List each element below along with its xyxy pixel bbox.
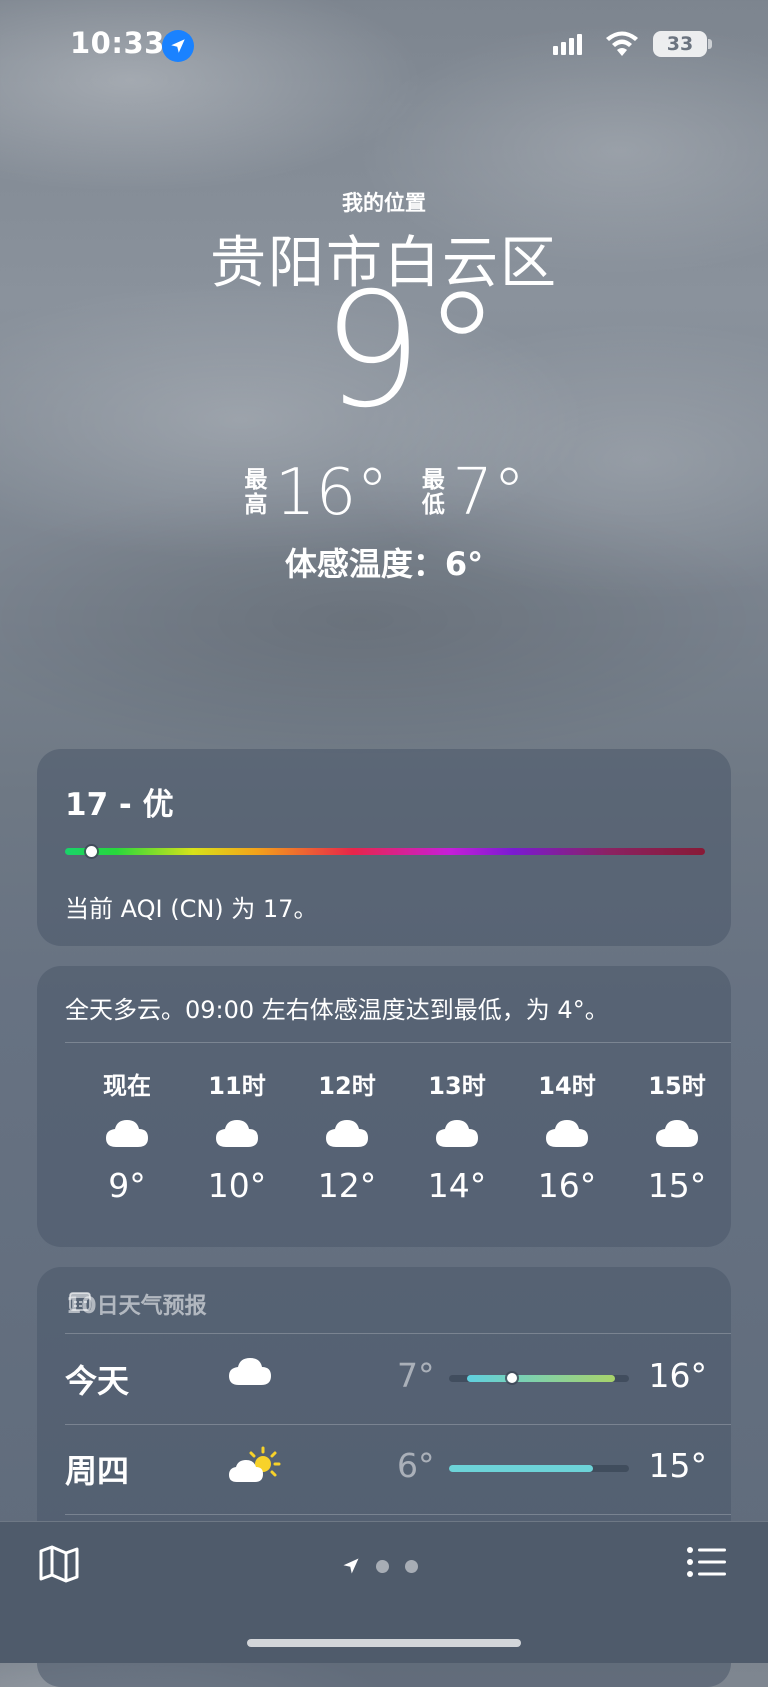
- hour-item: 12时 12°: [297, 1066, 397, 1205]
- aqi-scale-bar: [65, 848, 705, 855]
- map-button[interactable]: [38, 1544, 80, 1588]
- hour-item: 13时 14°: [407, 1066, 507, 1205]
- city-list-button[interactable]: [686, 1546, 728, 1582]
- high-temperature: 15°: [648, 1446, 708, 1485]
- aqi-level-marker: [85, 846, 97, 857]
- page-dot[interactable]: [405, 1559, 418, 1573]
- aqi-description: 当前 AQI (CN) 为 17。: [65, 895, 318, 923]
- hour-temperature: 9°: [108, 1166, 146, 1205]
- hour-label: 15时: [648, 1072, 706, 1100]
- low-temperature: 7°: [397, 1356, 435, 1395]
- cloud-icon: [187, 1100, 287, 1166]
- daily-row[interactable]: 今天 7° 16°: [37, 1334, 731, 1424]
- cloud-icon: [297, 1100, 397, 1166]
- high-temperature: 16°: [648, 1356, 708, 1395]
- hour-item: 现在 9°: [77, 1066, 177, 1205]
- hourly-forecast-card[interactable]: 全天多云。09:00 左右体感温度达到最低，为 4°。 现在 9° 11时 10° 12…: [37, 966, 731, 1247]
- hour-temperature: 16°: [537, 1166, 597, 1205]
- air-quality-card[interactable]: 17 - 优 当前 AQI (CN) 为 17。: [37, 749, 731, 946]
- current-location-icon: [343, 1558, 359, 1574]
- high-label: 最高: [244, 467, 268, 518]
- current-temperature-marker: [507, 1373, 517, 1383]
- ten-day-title: 10日天气预报: [66, 1294, 207, 1319]
- divider: [65, 1514, 731, 1515]
- hour-label: 12时: [318, 1072, 376, 1100]
- aqi-title: 17 - 优: [65, 787, 174, 823]
- page-indicator[interactable]: [342, 1557, 418, 1575]
- hour-temperature: 10°: [207, 1166, 267, 1205]
- page-dot[interactable]: [376, 1559, 389, 1573]
- hour-item: 15时 15°: [627, 1066, 727, 1205]
- location-services-icon: [162, 30, 194, 62]
- low-label: 最低: [421, 467, 445, 518]
- hour-item: 14时 16°: [517, 1066, 617, 1205]
- divider: [65, 1042, 731, 1043]
- hour-item: 11时 10°: [187, 1066, 287, 1205]
- temperature-range-bar: [467, 1375, 615, 1382]
- cloud-icon: [227, 1356, 273, 1390]
- hour-label: 11时: [208, 1072, 266, 1100]
- temperature-range-bar: [449, 1465, 593, 1472]
- map-icon: [39, 1545, 79, 1583]
- cloud-icon: [77, 1100, 177, 1166]
- hour-label: 现在: [103, 1072, 151, 1100]
- wifi-icon: [604, 30, 640, 62]
- bottom-toolbar: [0, 1521, 768, 1663]
- hour-label: 13时: [428, 1072, 486, 1100]
- my-location-label: 我的位置: [342, 191, 426, 215]
- hourly-summary: 全天多云。09:00 左右体感温度达到最低，为 4°。: [65, 996, 609, 1024]
- current-temperature: 9°: [322, 259, 502, 443]
- feels-like: 体感温度：6°: [284, 545, 484, 583]
- high-temperature: 16°: [274, 456, 389, 530]
- low-temperature: 6°: [397, 1446, 435, 1485]
- hour-temperature: 15°: [647, 1166, 707, 1205]
- hour-temperature: 12°: [317, 1166, 377, 1205]
- hour-temperature: 14°: [427, 1166, 487, 1205]
- cellular-signal-icon: [553, 34, 582, 55]
- daily-row[interactable]: 周四 6° 15°: [37, 1424, 731, 1514]
- list-icon: [687, 1547, 726, 1577]
- partly-sunny-icon: [227, 1446, 281, 1488]
- cloud-icon: [517, 1100, 617, 1166]
- hour-label: 14时: [538, 1072, 596, 1100]
- day-label: 周四: [65, 1452, 130, 1490]
- high-low-temperatures: 最高 16° 最低 7°: [0, 456, 768, 530]
- status-time: 10:33: [70, 26, 165, 60]
- home-indicator[interactable]: [247, 1639, 521, 1647]
- day-label: 今天: [65, 1362, 130, 1400]
- battery-indicator: 33: [653, 31, 707, 57]
- cloud-icon: [627, 1100, 727, 1166]
- cloud-icon: [407, 1100, 507, 1166]
- battery-tip: [708, 39, 712, 49]
- low-temperature: 7°: [452, 456, 526, 530]
- hourly-strip[interactable]: 现在9°11时10°12时12°13时14°14时16°15时15°16时14°: [37, 1066, 731, 1246]
